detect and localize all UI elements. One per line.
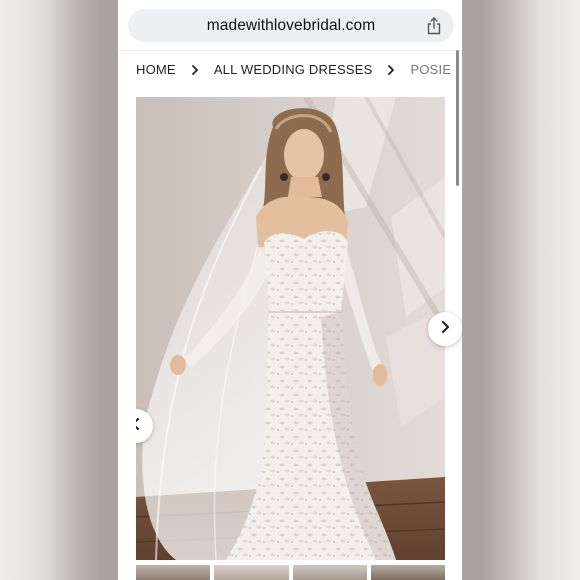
share-icon[interactable] — [424, 16, 444, 36]
thumbnail[interactable] — [136, 565, 211, 580]
chevron-right-icon — [440, 320, 450, 338]
chevron-right-icon — [176, 64, 214, 75]
thumbnail[interactable] — [370, 565, 445, 580]
breadcrumb: HOME ALL WEDDING DRESSES POSIE — [136, 62, 451, 77]
product-image-gallery[interactable] — [136, 97, 445, 560]
thumbnail-strip — [136, 565, 445, 580]
breadcrumb-current: POSIE — [410, 62, 452, 77]
chevron-left-icon — [136, 417, 141, 435]
chevron-right-icon — [372, 64, 410, 75]
thumbnail[interactable] — [292, 565, 367, 580]
scrollbar-thumb[interactable] — [456, 50, 459, 186]
gallery-next-button[interactable] — [428, 312, 462, 346]
wedding-dress-photo — [136, 97, 445, 560]
scrollbar[interactable] — [456, 50, 460, 190]
breadcrumb-home[interactable]: HOME — [136, 62, 176, 77]
address-bar[interactable]: madewithlovebridal.com — [128, 9, 454, 42]
breadcrumb-all-wedding-dresses[interactable]: ALL WEDDING DRESSES — [214, 62, 373, 77]
browser-viewport: madewithlovebridal.com HOME ALL WEDDING … — [118, 0, 462, 580]
header-divider — [118, 50, 462, 51]
url-text[interactable]: madewithlovebridal.com — [207, 17, 375, 35]
thumbnail[interactable] — [214, 565, 289, 580]
